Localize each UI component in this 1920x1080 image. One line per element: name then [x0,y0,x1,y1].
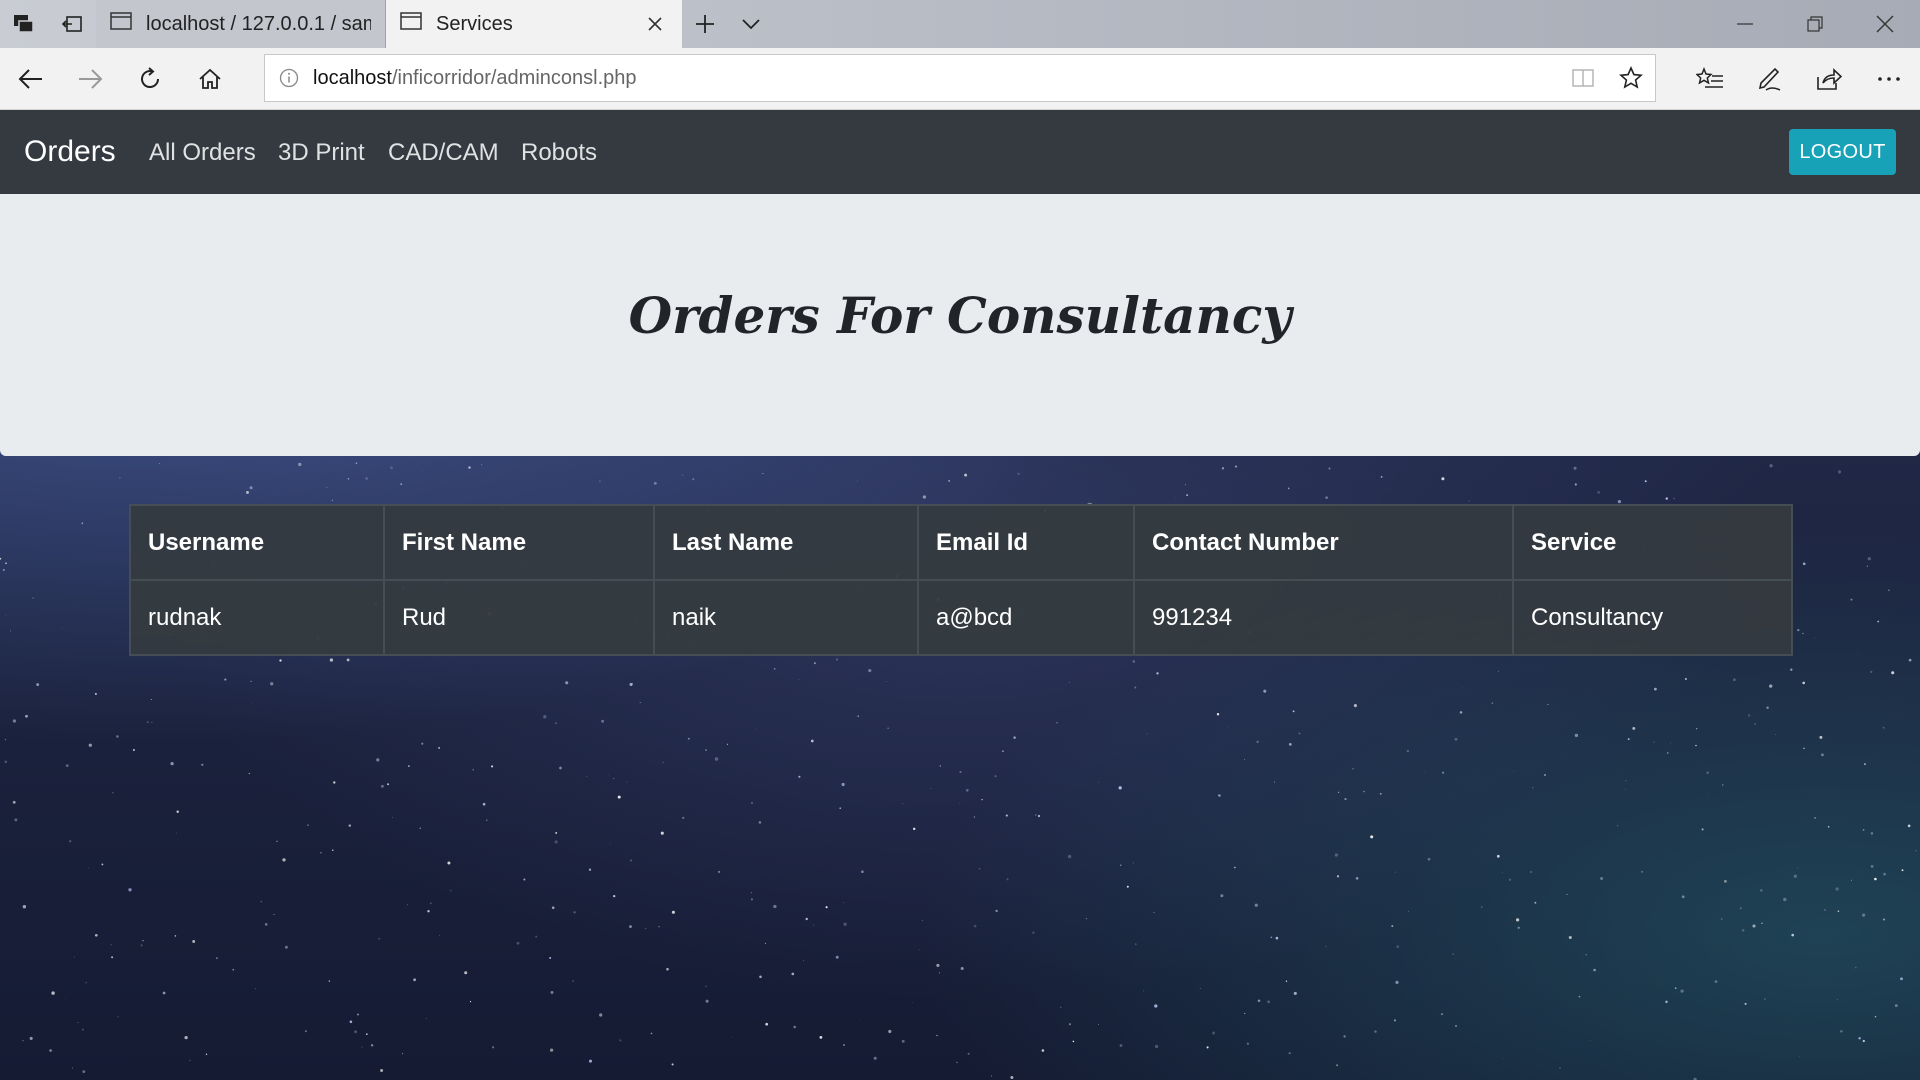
close-icon[interactable] [642,11,668,37]
orders-table: Username First Name Last Name Email Id C… [129,504,1793,656]
url-path: /inficorridor/adminconsl.php [391,66,637,89]
more-icon[interactable] [1866,56,1912,102]
url-text[interactable]: localhost/inficorridor/adminconsl.php [313,67,1559,90]
column-header-contact-number: Contact Number [1133,504,1514,581]
restore-icon[interactable] [1780,0,1850,48]
browser-toolbar: localhost/inficorridor/adminconsl.php [0,48,1920,110]
logout-button[interactable]: LOGOUT [1789,129,1896,175]
page-title: Orders For Consultancy [628,286,1292,345]
column-header-email-id: Email Id [917,504,1135,581]
nav-link-3d-print[interactable]: 3D Print [278,138,365,168]
set-aside-tabs-icon[interactable] [48,0,96,48]
home-icon[interactable] [187,56,233,102]
cell-service: Consultancy [1512,579,1793,656]
favorite-star-icon[interactable] [1607,55,1655,101]
url-host: localhost [313,66,392,89]
tab-services[interactable]: Services [386,0,682,48]
jumbotron: Orders For Consultancy [0,194,1920,456]
minimize-icon[interactable] [1710,0,1780,48]
app-navbar: Orders All Orders 3D Print CAD/CAM Robot… [0,110,1920,194]
column-header-username: Username [129,504,385,581]
column-header-first-name: First Name [383,504,655,581]
reading-view-icon[interactable] [1559,55,1607,101]
tab-phpmyadmin[interactable]: localhost / 127.0.0.1 / samp [96,0,386,48]
column-header-service: Service [1512,504,1793,581]
info-icon[interactable] [265,55,313,101]
tab-preview-icon[interactable] [0,0,48,48]
nav-link-all-orders[interactable]: All Orders [149,138,256,168]
tab-title: localhost / 127.0.0.1 / samp [146,12,371,35]
page-icon [400,12,422,36]
browser-tab-bar: localhost / 127.0.0.1 / samp Services [0,0,1920,48]
table-header-row: Username First Name Last Name Email Id C… [129,504,1793,581]
pen-icon[interactable] [1746,56,1792,102]
table-row: rudnak Rud naik a@bcd 991234 Consultancy [129,579,1793,656]
cell-last-name: naik [653,579,919,656]
cell-contact-number: 991234 [1133,579,1514,656]
address-bar[interactable]: localhost/inficorridor/adminconsl.php [264,54,1656,102]
cell-first-name: Rud [383,579,655,656]
forward-icon[interactable] [67,56,113,102]
close-window-icon[interactable] [1850,0,1920,48]
navbar-brand[interactable]: Orders [24,132,116,172]
tab-title: Services [436,12,513,35]
nav-link-cad-cam[interactable]: CAD/CAM [388,138,499,168]
column-header-last-name: Last Name [653,504,919,581]
cell-email-id: a@bcd [917,579,1135,656]
back-icon[interactable] [8,56,54,102]
nav-link-robots[interactable]: Robots [521,138,597,168]
tab-list-chevron-icon[interactable] [728,0,774,48]
refresh-icon[interactable] [127,56,173,102]
new-tab-icon[interactable] [682,0,728,48]
page-icon [110,12,132,36]
share-icon[interactable] [1806,56,1852,102]
favorites-list-icon[interactable] [1687,56,1733,102]
cell-username: rudnak [129,579,385,656]
